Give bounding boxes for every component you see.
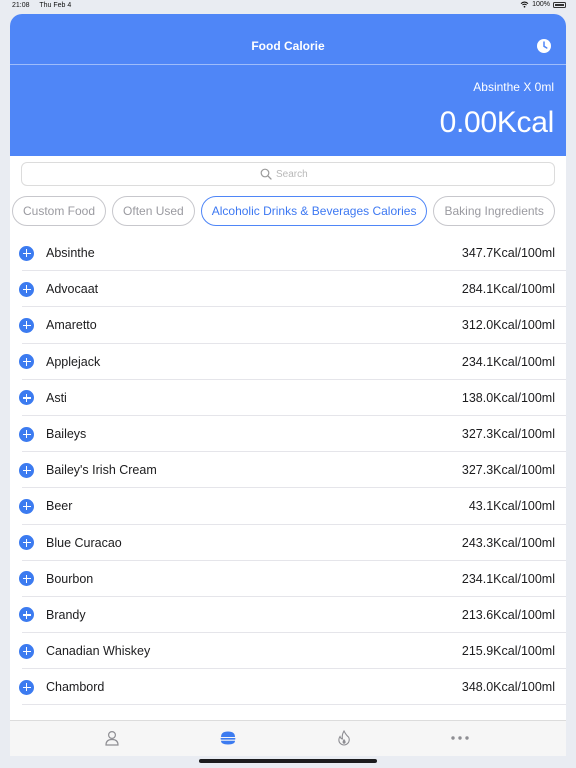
food-name: Bailey's Irish Cream [46, 463, 157, 478]
food-kcal: 234.1Kcal/100ml [461, 354, 555, 369]
battery-percent: 100% [532, 1, 550, 8]
food-row[interactable]: Canadian Whiskey 215.9Kcal/100ml [10, 633, 566, 670]
food-kcal: 243.3Kcal/100ml [461, 535, 555, 550]
food-kcal: 347.7Kcal/100ml [461, 246, 555, 261]
category-tabs: Custom Food Often Used Alcoholic Drinks & … [12, 196, 555, 226]
food-kcal: 138.0Kcal/100ml [461, 390, 555, 405]
food-name: Blue Curacao [46, 535, 122, 550]
category-chip[interactable]: Custom Food [12, 196, 107, 226]
status-bar: 21:08 Thu Feb 4 100% [0, 0, 576, 12]
search-input[interactable] [276, 168, 316, 180]
page-title: Food Calorie [251, 39, 325, 53]
add-food-button[interactable] [19, 535, 34, 551]
total-kcal: 0.00Kcal [439, 106, 555, 139]
battery-icon [553, 1, 566, 8]
add-food-button[interactable] [19, 462, 34, 478]
flame-icon [338, 730, 350, 746]
category-chip[interactable]: Baking Ingredients [433, 196, 555, 226]
add-food-button[interactable] [19, 426, 34, 442]
food-row[interactable]: Amaretto 312.0Kcal/100ml [10, 307, 566, 344]
selected-food-label: Absinthe X 0ml [473, 80, 554, 94]
status-date: Thu Feb 4 [39, 2, 72, 9]
add-food-button[interactable] [19, 354, 34, 370]
food-row[interactable]: Bourbon 234.1Kcal/100ml [10, 561, 566, 598]
food-name: Asti [46, 390, 67, 405]
header-divider [10, 64, 566, 65]
search-bar[interactable] [21, 162, 555, 186]
category-chip[interactable]: Often Used [112, 196, 195, 226]
food-row[interactable]: Chambord 348.0Kcal/100ml [10, 669, 566, 706]
food-name: Chambord [46, 680, 105, 695]
history-button[interactable] [536, 38, 552, 54]
food-kcal: 327.3Kcal/100ml [461, 463, 555, 478]
app-window: Food Calorie Absinthe X 0ml 0.00Kcal Cus… [10, 14, 566, 756]
category-chip[interactable]: Alcoholic Drinks & Beverages Calories [200, 196, 428, 226]
food-kcal: 284.1Kcal/100ml [461, 282, 555, 297]
food-row[interactable]: Absinthe 347.7Kcal/100ml [10, 235, 566, 272]
food-name: Baileys [46, 427, 87, 442]
clock-icon [537, 39, 551, 53]
food-row[interactable]: Baileys 327.3Kcal/100ml [10, 416, 566, 453]
food-name: Brandy [46, 607, 86, 622]
food-row[interactable]: Applejack 234.1Kcal/100ml [10, 344, 566, 380]
food-row[interactable]: Blue Curacao 243.3Kcal/100ml [10, 525, 566, 561]
status-time: 21:08 [12, 2, 30, 9]
food-kcal: 213.6Kcal/100ml [461, 607, 555, 622]
wifi-icon [520, 1, 529, 8]
more-icon [451, 736, 469, 740]
add-food-button[interactable] [19, 281, 34, 297]
food-kcal: 234.1Kcal/100ml [461, 571, 555, 586]
tab-more[interactable] [451, 729, 469, 747]
food-list: Absinthe 347.7Kcal/100ml Advocaat 284.1Kcal… [10, 235, 566, 720]
home-indicator [199, 759, 377, 763]
tab-calories[interactable] [335, 729, 353, 747]
food-kcal: 43.1Kcal/100ml [468, 499, 555, 514]
food-row[interactable]: Asti 138.0Kcal/100ml [10, 380, 566, 417]
food-kcal: 327.3Kcal/100ml [461, 427, 555, 442]
food-kcal: 348.0Kcal/100ml [461, 680, 555, 695]
food-name: Advocaat [46, 282, 99, 297]
add-food-button[interactable] [19, 245, 34, 261]
food-kcal: 312.0Kcal/100ml [461, 318, 555, 333]
food-name: Canadian Whiskey [46, 644, 151, 659]
food-row[interactable]: Beer 43.1Kcal/100ml [10, 488, 566, 525]
add-food-button[interactable] [19, 390, 34, 406]
add-food-button[interactable] [19, 317, 34, 333]
food-row[interactable]: Brandy 213.6Kcal/100ml [10, 597, 566, 634]
food-name: Beer [46, 499, 73, 514]
tab-food[interactable] [219, 729, 237, 747]
add-food-button[interactable] [19, 679, 34, 695]
search-icon [260, 168, 272, 180]
food-kcal: 215.9Kcal/100ml [461, 644, 555, 659]
header: Food Calorie Absinthe X 0ml 0.00Kcal [10, 14, 566, 156]
food-icon [220, 731, 236, 745]
food-name: Absinthe [46, 246, 95, 261]
tab-profile[interactable] [103, 729, 121, 747]
add-food-button[interactable] [19, 498, 34, 514]
food-name: Bourbon [46, 571, 94, 586]
person-icon [105, 730, 119, 746]
food-name: Applejack [46, 354, 101, 369]
tab-bar [10, 720, 566, 756]
food-name: Amaretto [46, 318, 97, 333]
add-food-button[interactable] [19, 571, 34, 587]
food-row[interactable]: Bailey's Irish Cream 327.3Kcal/100ml [10, 452, 566, 489]
add-food-button[interactable] [19, 643, 34, 659]
add-food-button[interactable] [19, 607, 34, 623]
food-row[interactable]: Advocaat 284.1Kcal/100ml [10, 271, 566, 308]
